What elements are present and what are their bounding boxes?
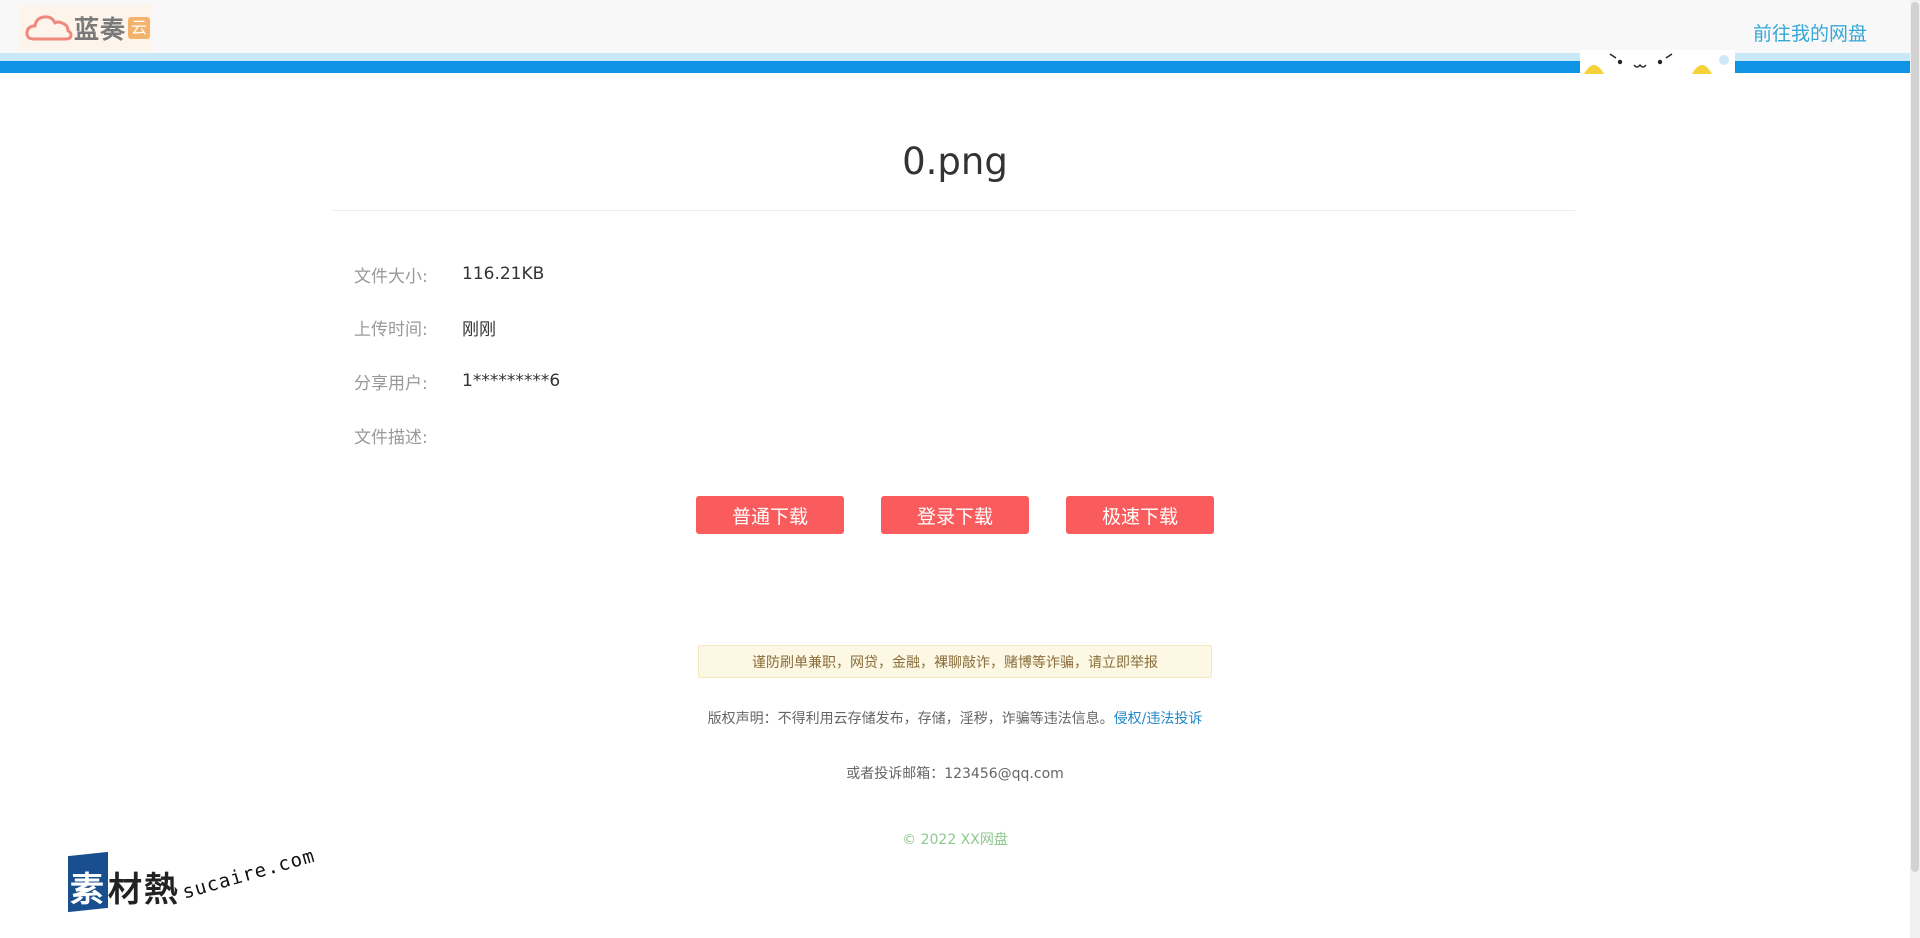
watermark-char: 材 <box>108 870 142 910</box>
share-user-label: 分享用户: <box>354 373 428 394</box>
size-value: 116.21KB <box>462 264 545 284</box>
header: 蓝奏 云 前往我的网盘 <box>0 0 1910 55</box>
upload-time-label: 上传时间: <box>354 319 428 340</box>
login-download-button[interactable]: 登录下载 <box>881 496 1029 534</box>
watermark-char: 熱 <box>144 870 178 910</box>
fast-download-button[interactable]: 极速下载 <box>1066 496 1214 534</box>
go-to-my-disk-link[interactable]: 前往我的网盘 <box>1753 19 1867 46</box>
copyright-text: 版权声明：不得利用云存储发布，存储，淫秽，诈骗等违法信息。 <box>707 711 1114 727</box>
page: 蓝奏 云 前往我的网盘 0.png 文件大小: 116.21KB 上传时间: 刚… <box>0 0 1920 938</box>
scrollbar-track[interactable] <box>1910 0 1920 938</box>
watermark-char: 素 <box>70 870 104 910</box>
file-title: 0.png <box>902 140 1008 183</box>
info-row-description: 文件描述: <box>354 420 462 450</box>
info-row-share-user: 分享用户: 1*********6 <box>354 366 560 396</box>
cloud-icon <box>25 15 73 41</box>
footer-copyright: © 2022 XX网盘 <box>902 832 1008 848</box>
report-link[interactable]: 侵权/违法投诉 <box>1114 711 1203 727</box>
normal-download-button[interactable]: 普通下载 <box>696 496 844 534</box>
size-label: 文件大小: <box>354 266 428 287</box>
copyright-notice: 版权声明：不得利用云存储发布，存储，淫秽，诈骗等违法信息。侵权/违法投诉 <box>0 708 1910 728</box>
watermark: 素 材 熱 sucaire.com <box>68 845 328 930</box>
complaint-email: 或者投诉邮箱：123456@qq.com <box>846 766 1064 782</box>
logo-text: 蓝奏 <box>74 15 127 44</box>
title-divider <box>333 210 1575 211</box>
mascot-image <box>1580 50 1735 74</box>
logo[interactable]: 蓝奏 云 <box>20 5 152 51</box>
fraud-warning: 谨防刷单兼职，网贷，金融，裸聊敲诈，赌博等诈骗，请立即举报 <box>698 645 1212 678</box>
info-row-upload-time: 上传时间: 刚刚 <box>354 312 496 342</box>
watermark-url: sucaire.com <box>179 844 318 904</box>
description-label: 文件描述: <box>354 427 428 448</box>
info-row-size: 文件大小: 116.21KB <box>354 259 544 289</box>
scrollbar-thumb[interactable] <box>1911 2 1919 872</box>
share-user-value: 1*********6 <box>462 371 561 391</box>
logo-badge: 云 <box>128 17 151 39</box>
upload-time-value: 刚刚 <box>462 319 496 340</box>
